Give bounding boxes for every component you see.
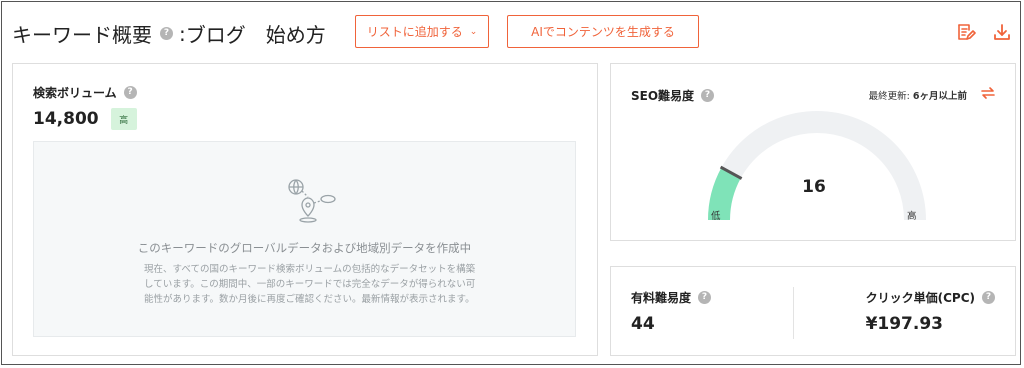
search-volume-label: 検索ボリューム ? bbox=[33, 84, 137, 101]
keyword-text: ブログ 始め方 bbox=[185, 23, 326, 47]
seo-difficulty-label: SEO難易度 ? bbox=[631, 87, 715, 104]
cpc-value: ¥197.93 bbox=[865, 314, 943, 334]
gauge-high-label: 高 bbox=[907, 211, 917, 222]
help-icon[interactable]: ? bbox=[123, 86, 137, 99]
globe-location-icon bbox=[284, 177, 344, 227]
volume-level-badge: 高 bbox=[110, 108, 137, 130]
search-volume-label-text: 検索ボリューム bbox=[33, 86, 117, 100]
refresh-icon[interactable] bbox=[979, 84, 997, 102]
gauge-low-label: 低 bbox=[711, 211, 721, 222]
last-updated: 最終更新: 6ヶ月以上前 bbox=[869, 88, 967, 102]
gauge-track bbox=[708, 111, 926, 221]
seo-difficulty-gauge bbox=[708, 111, 926, 221]
ai-generate-label: AIでコンテンツを生成する bbox=[531, 25, 675, 39]
download-icon[interactable] bbox=[992, 22, 1012, 42]
paid-cpc-card: 有料難易度 ? 44 クリック単価(CPC) ? ¥197.93 bbox=[610, 266, 1016, 356]
search-volume-value: 14,800 bbox=[33, 109, 99, 129]
seo-difficulty-value: 16 bbox=[802, 177, 826, 197]
last-updated-prefix: 最終更新: bbox=[868, 91, 913, 102]
cpc-label-text: クリック単価(CPC) bbox=[865, 291, 975, 305]
edit-note-icon[interactable] bbox=[956, 22, 976, 42]
cpc-label: クリック単価(CPC) ? bbox=[866, 289, 995, 306]
search-volume-card: 検索ボリューム ? 14,800 高 このキーワードのグローバルデータおよび地域… bbox=[12, 63, 598, 356]
chevron-down-icon: ⌄ bbox=[469, 26, 478, 37]
help-icon[interactable]: ? bbox=[982, 291, 995, 304]
page-title: キーワード概要 ? : ブログ 始め方 bbox=[12, 19, 326, 48]
keyword-overview-panel: キーワード概要 ? : ブログ 始め方 リストに追加する ⌄ AIでコンテンツを… bbox=[1, 1, 1021, 365]
paid-difficulty-value: 44 bbox=[631, 314, 655, 334]
header: キーワード概要 ? : ブログ 始め方 リストに追加する ⌄ AIでコンテンツを… bbox=[2, 2, 1022, 62]
seo-difficulty-label-text: SEO難易度 bbox=[631, 89, 695, 103]
add-to-list-label: リストに追加する bbox=[366, 25, 463, 39]
seo-difficulty-card: SEO難易度 ? 最終更新: 6ヶ月以上前 16 低 高 bbox=[610, 63, 1016, 241]
global-data-placeholder: このキーワードのグローバルデータおよび地域別データを作成中 現在、すべての国のキ… bbox=[33, 141, 576, 337]
add-to-list-button[interactable]: リストに追加する ⌄ bbox=[355, 15, 489, 48]
help-icon[interactable]: ? bbox=[160, 27, 173, 40]
placeholder-title: このキーワードのグローバルデータおよび地域別データを作成中 bbox=[137, 241, 472, 255]
divider bbox=[793, 287, 794, 339]
paid-difficulty-label: 有料難易度 ? bbox=[631, 289, 712, 306]
help-icon[interactable]: ? bbox=[698, 291, 712, 304]
paid-difficulty-label-text: 有料難易度 bbox=[631, 291, 692, 305]
search-volume-row: 14,800 高 bbox=[33, 108, 137, 130]
placeholder-description: 現在、すべての国のキーワード検索ボリュームの包括的なデータセットを構築しています… bbox=[144, 264, 476, 305]
last-updated-value: 6ヶ月以上前 bbox=[912, 91, 967, 102]
help-icon[interactable]: ? bbox=[701, 89, 715, 102]
title-text: キーワード概要 bbox=[12, 23, 152, 47]
ai-generate-content-button[interactable]: AIでコンテンツを生成する bbox=[507, 15, 699, 48]
title-separator: : bbox=[179, 21, 186, 46]
